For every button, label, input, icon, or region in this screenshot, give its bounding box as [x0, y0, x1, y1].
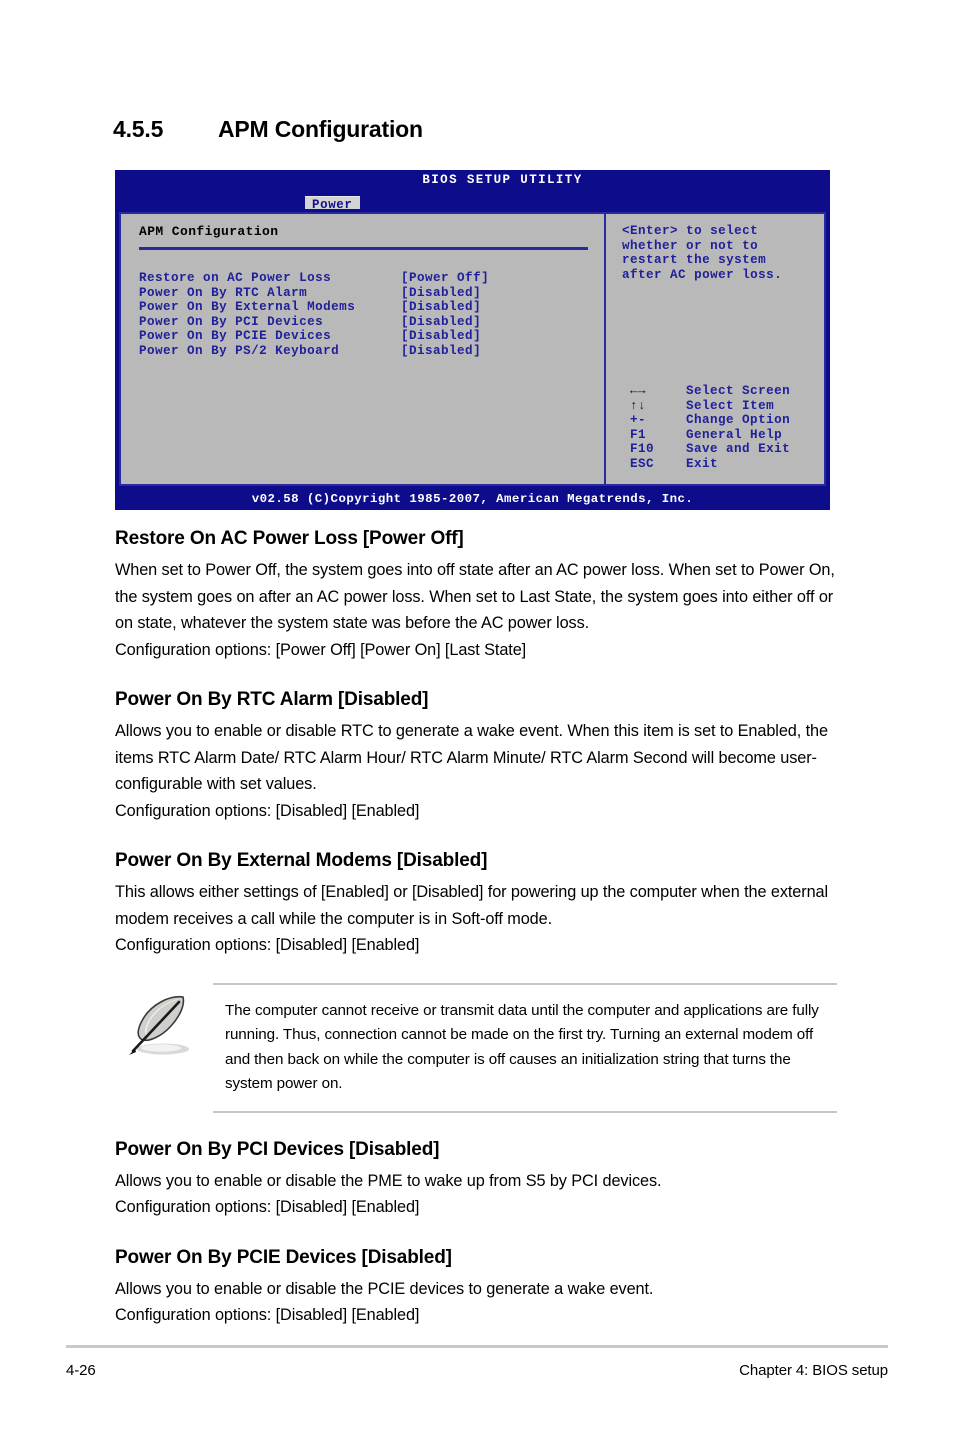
- bios-setup-screenshot: BIOS SETUP UTILITY Power APM Configurati…: [115, 170, 830, 510]
- bios-help-pane: <Enter> to select whether or not to rest…: [606, 214, 824, 484]
- entry-body: Allows you to enable or disable the PCIE…: [115, 1279, 654, 1325]
- bios-setting-label: Power On By RTC Alarm: [139, 285, 308, 300]
- bios-setting-label: Power On By External Modems: [139, 300, 356, 315]
- bios-panel-title: APM Configuration: [139, 224, 279, 239]
- entry-heading: Power On By RTC Alarm [Disabled]: [115, 689, 429, 710]
- bios-setting-label: Power On By PCI Devices: [139, 314, 324, 329]
- key-f1: F1: [630, 427, 647, 442]
- key-legend-desc: Exit: [686, 456, 719, 471]
- bios-setting-row[interactable]: Power On By RTC Alarm [Disabled]: [139, 286, 604, 301]
- key-legend-row: F10 Save and Exit: [630, 442, 790, 457]
- arrows-up-down-icon: ↑↓: [630, 398, 647, 413]
- key-legend-row: ESC Exit: [630, 457, 790, 472]
- page-footer: 4-26 Chapter 4: BIOS setup: [66, 1362, 888, 1379]
- page-title: 4.5.5 APM Configuration: [113, 116, 423, 143]
- quill-pen-icon: [123, 989, 197, 1069]
- note-callout: The computer cannot receive or transmit …: [115, 982, 837, 1113]
- chapter-label: Chapter 4: BIOS setup: [739, 1362, 888, 1379]
- page-number: 4-26: [66, 1362, 96, 1379]
- bios-setting-value: [Disabled]: [401, 314, 482, 329]
- bios-setting-label: Power On By PS/2 Keyboard: [139, 343, 340, 358]
- key-legend-row: ↑↓ Select Item: [630, 399, 790, 414]
- bios-settings-pane: APM Configuration Restore on AC Power Lo…: [121, 214, 606, 484]
- key-legend-row: +- Change Option: [630, 413, 790, 428]
- key-legend-desc: Select Item: [686, 398, 775, 413]
- entry-body: This allows either settings of [Enabled]…: [115, 883, 829, 954]
- bios-setting-row[interactable]: Power On By External Modems [Disabled]: [139, 300, 604, 315]
- entry-heading: Power On By PCIE Devices [Disabled]: [115, 1246, 452, 1268]
- section-number: 4.5.5: [113, 116, 164, 142]
- bios-setting-value: [Disabled]: [401, 343, 482, 358]
- bios-setting-row[interactable]: Power On By PS/2 Keyboard [Disabled]: [139, 344, 604, 359]
- bios-setting-row[interactable]: Power On By PCI Devices [Disabled]: [139, 315, 604, 330]
- bios-help-text: <Enter> to select whether or not to rest…: [622, 224, 783, 282]
- key-esc: ESC: [630, 456, 655, 471]
- bios-setting-value: [Power Off]: [401, 271, 490, 285]
- arrows-left-right-icon: ←→: [630, 384, 647, 398]
- bios-titlebar: BIOS SETUP UTILITY: [115, 170, 830, 196]
- entry-heading: Power On By PCI Devices [Disabled]: [115, 1138, 440, 1160]
- bios-setting-row[interactable]: Power On By PCIE Devices [Disabled]: [139, 329, 604, 344]
- bios-setting-value: [Disabled]: [401, 285, 482, 300]
- bios-body: APM Configuration Restore on AC Power Lo…: [119, 212, 826, 486]
- key-legend-desc: Select Screen: [686, 384, 791, 398]
- note-text: The computer cannot receive or transmit …: [225, 1001, 819, 1093]
- key-legend-row: F1 General Help: [630, 428, 790, 443]
- section-title: APM Configuration: [218, 116, 423, 142]
- bios-setting-row[interactable]: Restore on AC Power Loss [Power Off]: [139, 271, 604, 286]
- entry-body: Allows you to enable or disable RTC to g…: [115, 722, 828, 820]
- bios-setting-label: Restore on AC Power Loss: [139, 271, 332, 285]
- bios-tabbar: Power: [115, 196, 830, 214]
- bios-settings-list: Restore on AC Power Loss [Power Off] Pow…: [139, 271, 604, 359]
- bios-setting-value: [Disabled]: [401, 300, 482, 315]
- entry-heading: Power On By External Modems [Disabled]: [115, 850, 488, 871]
- manual-page: 4.5.5 APM Configuration BIOS SETUP UTILI…: [0, 0, 954, 1438]
- key-plus-minus: +-: [630, 413, 647, 428]
- key-legend-row: ←→ Select Screen: [630, 384, 790, 399]
- key-legend-desc: General Help: [686, 427, 783, 442]
- key-legend-desc: Change Option: [686, 413, 791, 428]
- bios-setting-value: [Disabled]: [401, 329, 482, 344]
- entry-body: When set to Power Off, the system goes i…: [115, 561, 835, 659]
- bios-panel-divider: [139, 247, 588, 250]
- bios-copyright-bar: v02.58 (C)Copyright 1985-2007, American …: [115, 490, 830, 510]
- entry-body: Allows you to enable or disable the PME …: [115, 1171, 662, 1217]
- manual-content: Restore On AC Power Loss [Power Off] Whe…: [115, 528, 837, 1355]
- entry-heading: Restore On AC Power Loss [Power Off]: [115, 528, 464, 549]
- bios-setting-label: Power On By PCIE Devices: [139, 329, 332, 344]
- bios-key-legend: ←→ Select Screen ↑↓ Select Item +- Chang…: [630, 384, 790, 472]
- note-box: The computer cannot receive or transmit …: [213, 982, 837, 1113]
- footer-divider: [66, 1345, 888, 1348]
- key-f10: F10: [630, 442, 655, 457]
- bios-utility-title: BIOS SETUP UTILITY: [422, 173, 583, 187]
- key-legend-desc: Save and Exit: [686, 442, 791, 457]
